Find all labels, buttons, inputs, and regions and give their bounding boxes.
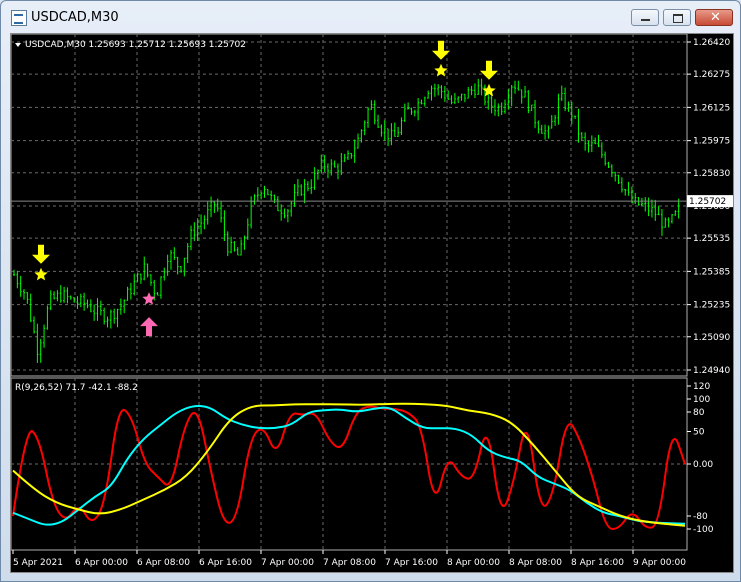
sell-arrow-icon <box>32 244 50 264</box>
price-tick-label: 1.25235 <box>693 301 730 311</box>
minimize-icon <box>641 19 650 21</box>
time-tick-label: 8 Apr 08:00 <box>509 558 562 568</box>
time-tick-label: 9 Apr 00:00 <box>633 558 686 568</box>
indicator-lines <box>12 402 686 531</box>
minimize-button[interactable] <box>631 9 659 26</box>
buy-star-icon <box>142 292 156 305</box>
price-tick-label: 1.25385 <box>693 267 730 277</box>
indicator-tick-label: 0.00 <box>693 460 713 470</box>
candles <box>13 78 680 363</box>
price-tick-label: 1.25535 <box>693 234 730 244</box>
indicator-tick-label: 100 <box>693 395 710 405</box>
time-tick-label: 8 Apr 16:00 <box>571 558 624 568</box>
window-title: USDCAD,M30 <box>31 10 119 25</box>
price-panel-frame <box>10 33 688 377</box>
sell-arrow-icon <box>480 60 498 80</box>
time-tick-label: 8 Apr 00:00 <box>447 558 500 568</box>
time-tick-label: 6 Apr 00:00 <box>75 558 128 568</box>
chart-window-icon[interactable] <box>11 10 27 26</box>
time-tick-label: 7 Apr 08:00 <box>323 558 376 568</box>
indicator-tick-label: -80 <box>693 512 708 522</box>
buy-arrow-icon <box>140 317 158 337</box>
price-tick-label: 1.24940 <box>693 366 730 376</box>
time-tick-label: 6 Apr 08:00 <box>137 558 190 568</box>
maximize-icon <box>673 14 683 23</box>
time-tick-label: 7 Apr 00:00 <box>261 558 314 568</box>
time-tick-label: 7 Apr 16:00 <box>385 558 438 568</box>
time-tick-label: 6 Apr 16:00 <box>199 558 252 568</box>
close-button[interactable]: ✕ <box>695 9 733 26</box>
sell-arrow-icon <box>432 40 450 60</box>
title-bar[interactable]: USDCAD,M30 ✕ <box>1 1 740 33</box>
indicator-line-26 <box>12 405 686 526</box>
indicator-tick-label: 50 <box>693 428 705 438</box>
indicator-tick-label: -100 <box>693 525 714 535</box>
close-icon: ✕ <box>710 10 721 25</box>
sell-star-icon <box>34 267 48 281</box>
price-tick-label: 1.25830 <box>693 169 730 179</box>
maximize-button[interactable] <box>663 9 691 26</box>
chart-area[interactable]: 1.264201.262751.261251.259751.258301.256… <box>10 33 734 573</box>
price-tick-label: 1.26275 <box>693 70 730 80</box>
current-price-label: 1.25702 <box>689 197 726 207</box>
triangle-down-icon[interactable] <box>15 43 21 47</box>
chart-window: USDCAD,M30 ✕ 1.26420 1.26275 1.26125 1.2597… <box>0 0 741 582</box>
time-tick-label: 5 Apr 2021 <box>13 558 63 568</box>
indicator-axis: 120 100 80 50 0.00 -80 -100 <box>687 382 714 535</box>
indicator-line-52 <box>12 402 686 527</box>
price-tick-label: 1.25090 <box>693 333 730 343</box>
grid <box>11 34 687 550</box>
sell-star-icon <box>482 83 496 97</box>
price-tick-label: 1.26125 <box>693 103 730 113</box>
indicator-tick-label: 80 <box>693 408 705 418</box>
price-chart-svg[interactable]: 1.264201.262751.261251.259751.258301.256… <box>10 33 733 572</box>
indicator-tick-label: 120 <box>693 382 710 392</box>
indicator-header: R(9,26,52) 71.7 -42.1 -88.2 <box>15 383 138 393</box>
chart-header: USDCAD,M30 1.25693 1.25712 1.25693 1.257… <box>25 40 246 50</box>
price-tick-label: 1.26420 <box>693 38 730 48</box>
time-axis: 5 Apr 2021 6 Apr 00:00 6 Apr 08:00 6 Apr 16… <box>12 550 686 568</box>
price-tick-label: 1.25975 <box>693 137 730 147</box>
